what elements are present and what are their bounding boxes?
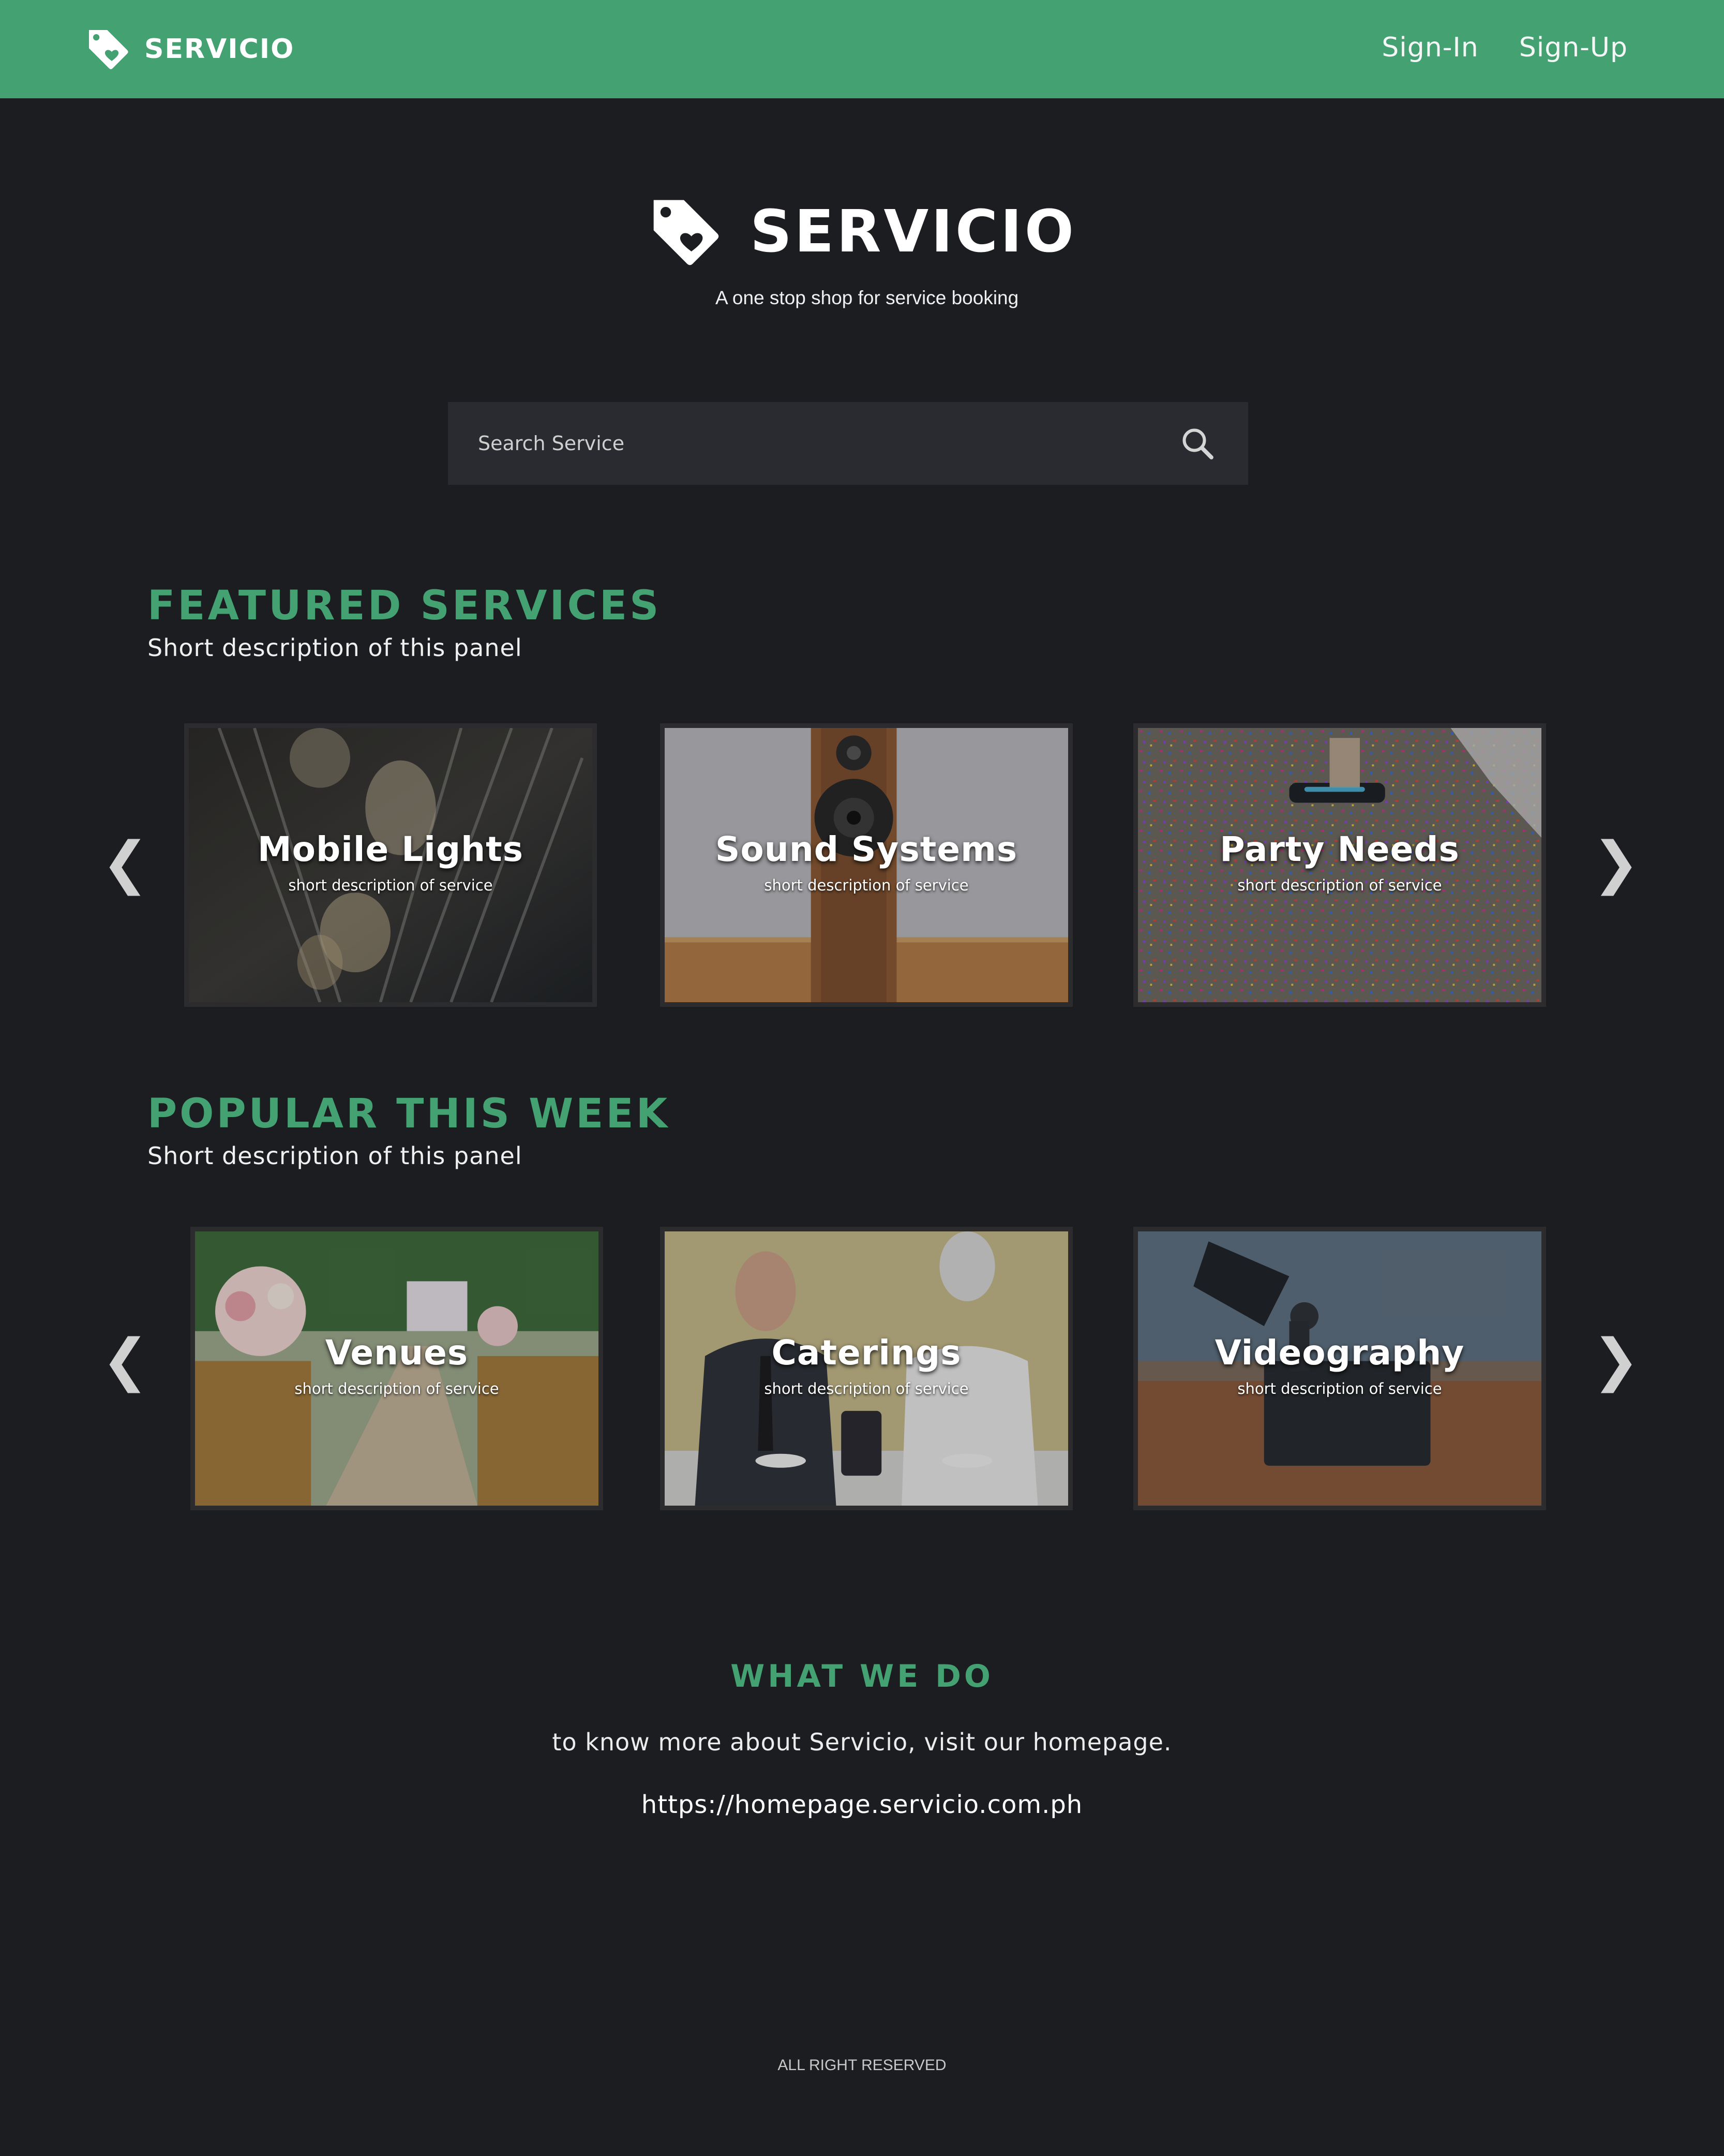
popular-description: Short description of this panel	[147, 1142, 522, 1170]
popular-title: POPULAR THIS WEEK	[147, 1091, 670, 1137]
sign-up-link[interactable]: Sign-Up	[1519, 32, 1628, 63]
service-card-caterings[interactable]: Caterings short description of service	[660, 1227, 1073, 1510]
card-title: Videography	[1215, 1333, 1465, 1373]
search-icon	[1182, 428, 1213, 459]
card-text: Venues short description of service	[195, 1333, 598, 1397]
hero-brand: SERVICIO	[0, 194, 1724, 270]
service-card-sound-systems[interactable]: Sound Systems short description of servi…	[660, 723, 1073, 1007]
sign-in-link[interactable]: Sign-In	[1382, 32, 1478, 63]
card-text: Caterings short description of service	[665, 1333, 1068, 1397]
card-description: short description of service	[1237, 1380, 1442, 1397]
hero-tagline: A one stop shop for service booking	[715, 287, 1019, 308]
service-card-party-needs[interactable]: Party Needs short description of service	[1133, 723, 1546, 1007]
card-text: Mobile Lights short description of servi…	[189, 829, 592, 894]
nav-brand[interactable]: SERVICIO	[85, 25, 294, 73]
card-text: Sound Systems short description of servi…	[665, 829, 1068, 894]
popular-prev-arrow[interactable]: ❮	[101, 1331, 149, 1388]
search-bar	[448, 402, 1248, 485]
card-text: Party Needs short description of service	[1138, 829, 1541, 894]
card-text: Videography short description of service	[1138, 1333, 1541, 1397]
footer-copyright: ALL RIGHT RESERVED	[777, 2057, 947, 2074]
search-button[interactable]	[1172, 418, 1223, 469]
hero: SERVICIO A one stop shop for service boo…	[0, 194, 1724, 308]
card-description: short description of service	[1237, 876, 1442, 894]
featured-next-arrow[interactable]: ❯	[1592, 834, 1640, 891]
featured-title: FEATURED SERVICES	[147, 583, 662, 629]
hero-title: SERVICIO	[750, 198, 1076, 265]
nav-brand-label: SERVICIO	[144, 34, 295, 65]
featured-description: Short description of this panel	[147, 634, 522, 662]
service-card-videography[interactable]: Videography short description of service	[1133, 1227, 1546, 1510]
card-description: short description of service	[288, 876, 493, 894]
service-card-mobile-lights[interactable]: Mobile Lights short description of servi…	[184, 723, 597, 1007]
card-description: short description of service	[764, 876, 969, 894]
what-we-do-text: to know more about Servicio, visit our h…	[552, 1728, 1172, 1756]
tag-heart-icon	[89, 30, 128, 69]
card-title: Sound Systems	[715, 829, 1018, 869]
featured-prev-arrow[interactable]: ❮	[101, 834, 149, 891]
tag-heart-icon	[653, 200, 719, 265]
card-title: Party Needs	[1220, 829, 1460, 869]
card-title: Caterings	[771, 1333, 962, 1373]
service-card-venues[interactable]: Venues short description of service	[190, 1227, 603, 1510]
navbar: SERVICIO Sign-In Sign-Up	[0, 0, 1724, 98]
search-input[interactable]	[478, 402, 1172, 485]
nav-links: Sign-In Sign-Up	[1341, 32, 1628, 63]
homepage-link[interactable]: https://homepage.servicio.com.ph	[0, 1790, 1724, 1819]
popular-next-arrow[interactable]: ❯	[1592, 1331, 1640, 1388]
card-description: short description of service	[764, 1380, 969, 1397]
card-title: Mobile Lights	[258, 829, 523, 869]
card-title: Venues	[325, 1333, 469, 1373]
card-description: short description of service	[294, 1380, 499, 1397]
what-we-do-title: WHAT WE DO	[730, 1658, 994, 1694]
